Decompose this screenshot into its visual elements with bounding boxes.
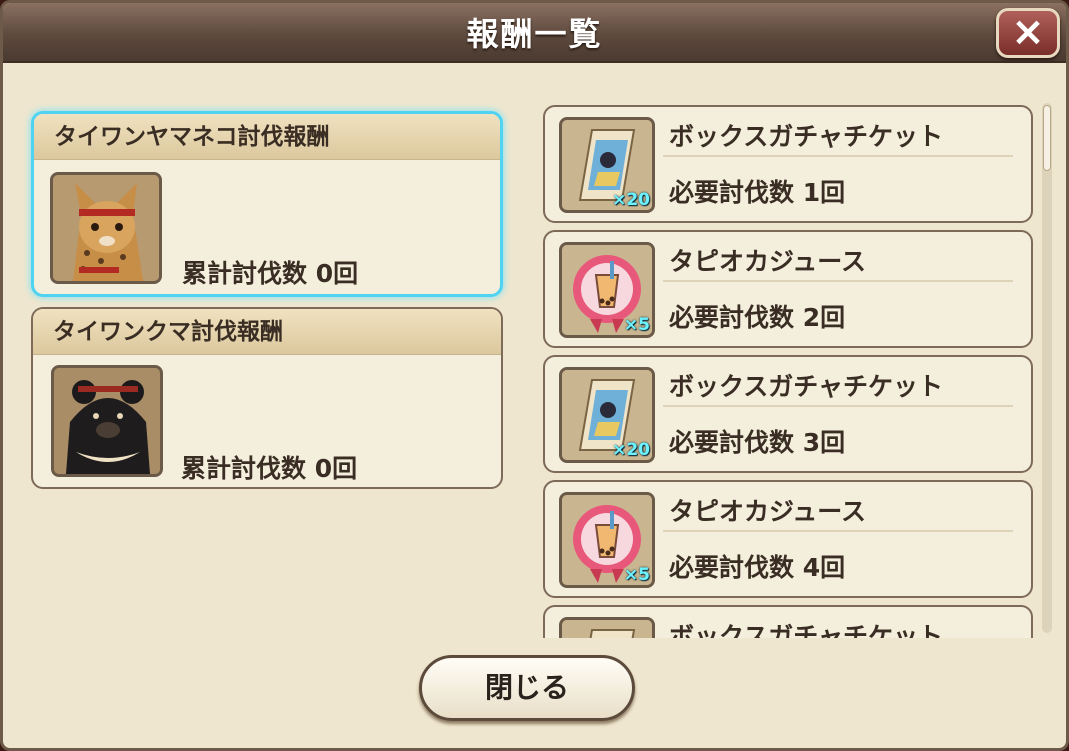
required-kills: 必要討伐数 4回 <box>669 553 846 582</box>
monster-card-title: タイワンクマ討伐報酬 <box>33 309 501 355</box>
kill-count: 累計討伐数 0回 <box>181 454 358 483</box>
item-name: タピオカジュース <box>669 247 867 276</box>
required-kills: 必要討伐数 2回 <box>669 303 846 332</box>
required-kills: 必要討伐数 3回 <box>669 428 846 457</box>
row-divider <box>663 155 1013 157</box>
item-name: ボックスガチャチケット <box>669 372 944 401</box>
row-divider <box>663 280 1013 282</box>
item-quantity: ×5 <box>623 315 650 335</box>
monster-card-leopard-cat[interactable]: タイワンヤマネコ討伐報酬 累計討伐数 0回 <box>31 111 503 297</box>
item-quantity: ×20 <box>612 440 650 460</box>
monster-card-black-bear[interactable]: タイワンクマ討伐報酬 累計討伐数 0回 <box>31 307 503 489</box>
row-divider <box>663 405 1013 407</box>
required-kills: 必要討伐数 1回 <box>669 178 846 207</box>
reward-row: ×5 タピオカジュース 必要討伐数 4回 <box>543 480 1033 598</box>
item-name: タピオカジュース <box>669 497 867 526</box>
tapioca-juice-icon: ×5 <box>559 242 655 338</box>
reward-list-dialog: 報酬一覧 × タイワンヤマネコ討伐報酬 累計討伐数 0回 タイワンクマ討伐報酬 <box>0 0 1069 751</box>
close-icon: × <box>1011 9 1045 55</box>
black-bear-icon <box>51 365 163 477</box>
leopard-cat-icon <box>50 172 162 284</box>
item-name: ボックスガチャチケット <box>669 122 944 151</box>
gacha-ticket-icon <box>559 617 655 638</box>
reward-list-scrollbar[interactable] <box>1042 103 1052 633</box>
kill-count: 累計討伐数 0回 <box>182 259 359 288</box>
close-x-button[interactable]: × <box>996 8 1060 58</box>
dialog-titlebar: 報酬一覧 × <box>3 3 1066 63</box>
close-button[interactable]: 閉じる <box>419 655 635 721</box>
reward-row: ×20 ボックスガチャチケット 必要討伐数 1回 <box>543 105 1033 223</box>
monster-card-title: タイワンヤマネコ討伐報酬 <box>34 114 500 160</box>
gacha-ticket-icon: ×20 <box>559 117 655 213</box>
row-divider <box>663 530 1013 532</box>
gacha-ticket-icon: ×20 <box>559 367 655 463</box>
reward-row: ボックスガチャチケット <box>543 605 1033 638</box>
item-quantity: ×5 <box>623 565 650 585</box>
reward-row: ×20 ボックスガチャチケット 必要討伐数 3回 <box>543 355 1033 473</box>
dialog-title: 報酬一覧 <box>466 15 603 53</box>
scrollbar-thumb[interactable] <box>1043 105 1051 171</box>
tapioca-juice-icon: ×5 <box>559 492 655 588</box>
item-name: ボックスガチャチケット <box>669 622 944 638</box>
item-quantity: ×20 <box>612 190 650 210</box>
reward-row: ×5 タピオカジュース 必要討伐数 2回 <box>543 230 1033 348</box>
reward-list[interactable]: ×20 ボックスガチャチケット 必要討伐数 1回 ×5 タピオカジュース 必要討… <box>543 103 1035 638</box>
